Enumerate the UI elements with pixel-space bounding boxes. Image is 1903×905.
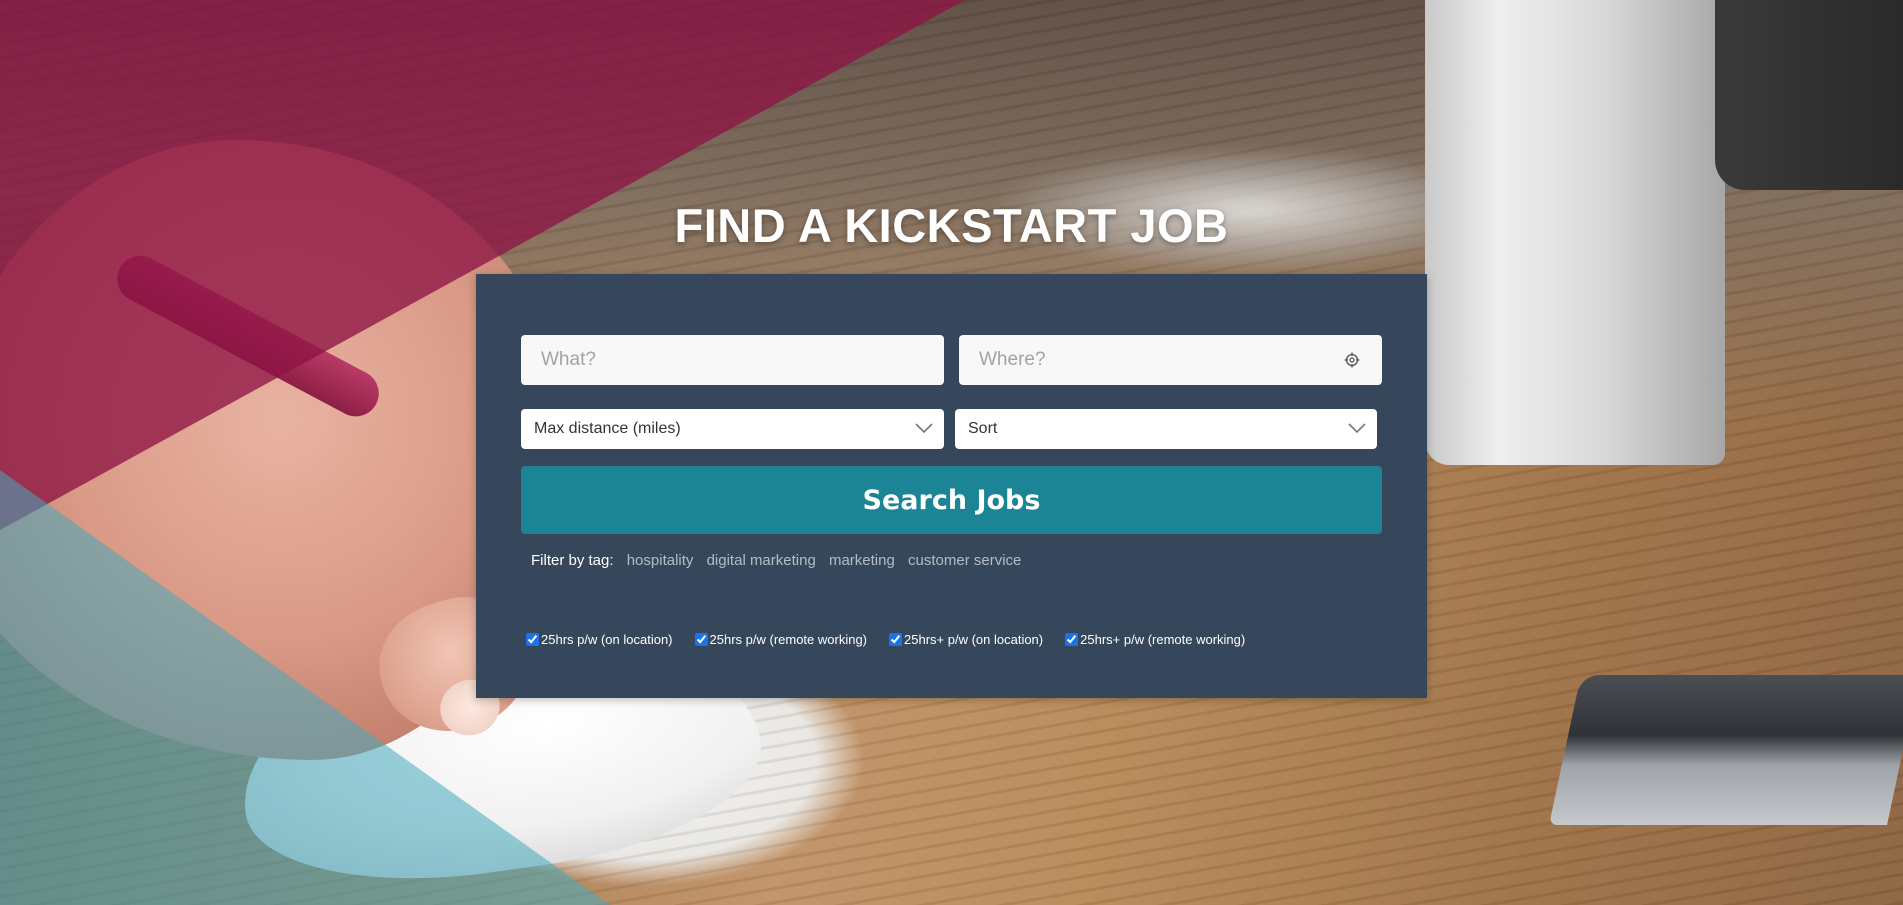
search-jobs-button[interactable]: Search Jobs <box>521 466 1382 534</box>
max-distance-label: Max distance (miles) <box>534 420 681 437</box>
hours-checkbox-label: 25hrs+ p/w (on location) <box>904 632 1044 647</box>
page-title: FIND A KICKSTART JOB <box>674 199 1229 252</box>
hours-checkbox-label: 25hrs p/w (on location) <box>541 632 673 647</box>
hours-filter-option[interactable]: 25hrs p/w (remote working) <box>694 632 868 647</box>
chevron-down-icon <box>915 423 933 434</box>
tag-link-digital-marketing[interactable]: digital marketing <box>707 552 816 569</box>
hours-checkbox-label: 25hrs+ p/w (remote working) <box>1080 632 1246 647</box>
tag-link-hospitality[interactable]: hospitality <box>627 552 694 569</box>
max-distance-select[interactable]: Max distance (miles) <box>521 409 944 449</box>
hours-checkbox[interactable] <box>1065 633 1079 646</box>
tag-filter-label: Filter by tag: <box>531 552 614 569</box>
tag-link-marketing[interactable]: marketing <box>829 552 895 569</box>
hours-checkbox[interactable] <box>889 633 903 646</box>
crosshair-icon[interactable] <box>1344 352 1360 368</box>
hours-filter-option[interactable]: 25hrs+ p/w (on location) <box>889 632 1043 647</box>
hours-checkbox[interactable] <box>694 633 708 646</box>
sort-label: Sort <box>968 420 998 437</box>
hours-filter-group: 25hrs p/w (on location) 25hrs p/w (remot… <box>526 632 1245 647</box>
tag-link-customer-service[interactable]: customer service <box>908 552 1021 569</box>
hours-checkbox[interactable] <box>526 633 539 646</box>
monitor-stand-shadow <box>1715 0 1903 190</box>
hours-filter-option[interactable]: 25hrs p/w (on location) <box>526 632 673 647</box>
sort-select[interactable]: Sort <box>955 409 1377 449</box>
hours-filter-option[interactable]: 25hrs+ p/w (remote working) <box>1065 632 1245 647</box>
hero-background: FIND A KICKSTART JOB Max distance (miles… <box>0 0 1903 905</box>
chevron-down-icon <box>1348 423 1366 434</box>
tag-filter: Filter by tag: hospitality digital marke… <box>531 552 1021 569</box>
where-input[interactable] <box>959 335 1382 385</box>
what-input[interactable] <box>521 335 944 385</box>
hours-checkbox-label: 25hrs p/w (remote working) <box>709 632 868 647</box>
monitor-stand-base <box>1549 675 1903 825</box>
job-search-panel: Max distance (miles) Sort Search Jobs Fi… <box>476 274 1427 698</box>
